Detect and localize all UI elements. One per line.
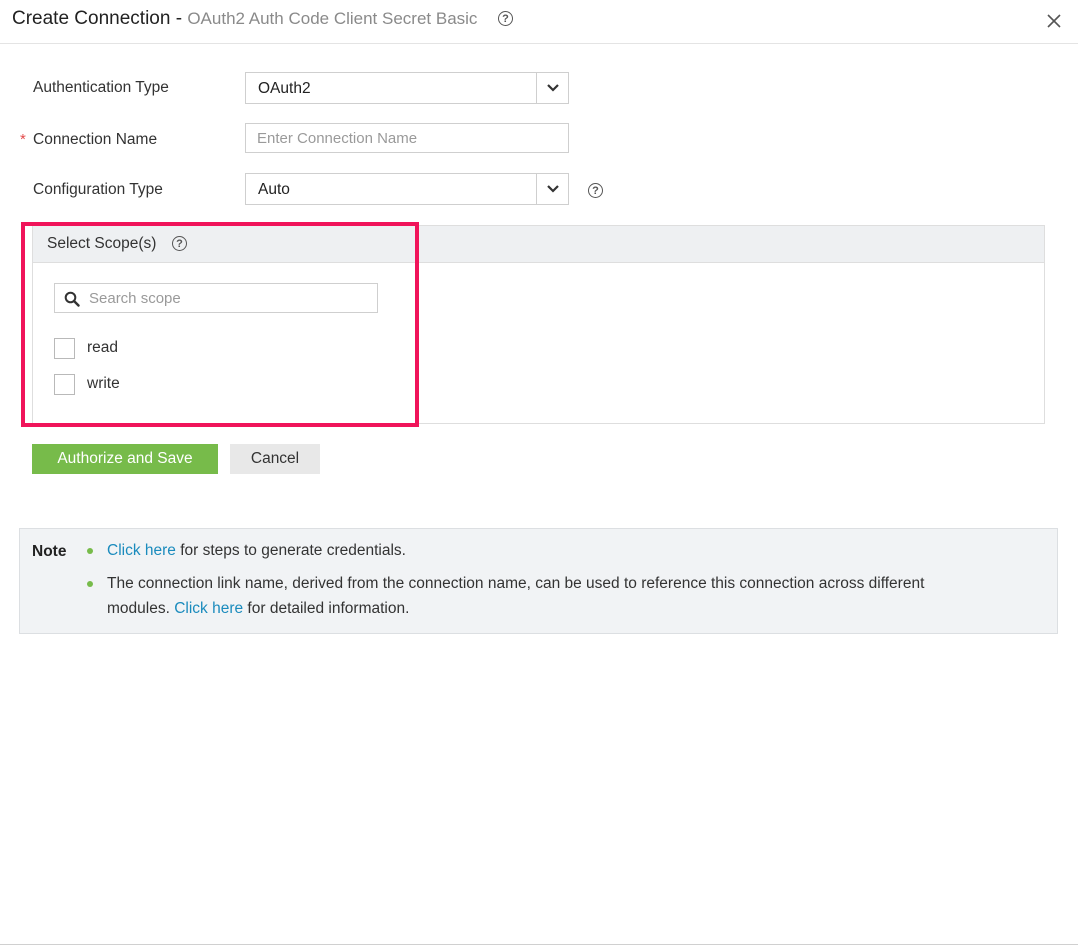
note-panel: Note Click here for steps to generate cr… — [19, 528, 1058, 634]
scope-search-input[interactable] — [89, 288, 369, 308]
scope-title: Select Scope(s) — [47, 235, 157, 252]
info-link[interactable]: Click here — [174, 600, 243, 617]
close-icon[interactable] — [1044, 11, 1064, 31]
note-line-2: The connection link name, derived from t… — [107, 571, 924, 596]
authorize-save-button[interactable]: Authorize and Save — [32, 444, 218, 474]
config-type-value: Auto — [258, 181, 290, 198]
scope-search[interactable] — [54, 283, 378, 313]
note-text: for detailed information. — [243, 600, 410, 617]
help-icon[interactable]: ? — [172, 236, 187, 251]
config-type-label: Configuration Type — [33, 181, 163, 198]
credentials-link[interactable]: Click here — [107, 542, 176, 559]
dialog-header: Create Connection - OAuth2 Auth Code Cli… — [0, 0, 1078, 44]
required-mark: * — [20, 131, 26, 148]
scope-header: Select Scope(s) ? — [33, 226, 1044, 263]
footer-divider — [0, 944, 1078, 945]
scope-item-label: read — [87, 339, 119, 356]
note-label: Note — [32, 543, 67, 560]
cancel-button[interactable]: Cancel — [230, 444, 320, 474]
help-icon[interactable]: ? — [498, 11, 513, 26]
checkbox[interactable] — [54, 374, 75, 395]
dialog-title: Create Connection - OAuth2 Auth Code Cli… — [12, 8, 477, 30]
chevron-down-icon[interactable] — [536, 73, 568, 103]
help-icon[interactable]: ? — [588, 183, 603, 198]
search-icon — [64, 291, 80, 307]
note-text: modules. — [107, 600, 175, 617]
auth-type-value: OAuth2 — [258, 80, 311, 97]
note-text: for steps to generate credentials. — [175, 542, 406, 559]
bullet-dot — [87, 548, 93, 554]
dialog-title-text: Create Connection - — [12, 8, 183, 29]
bullet-dot — [87, 581, 93, 587]
connection-name-label: Connection Name — [33, 131, 158, 148]
note-line-1: Click here for steps to generate credent… — [107, 538, 406, 563]
note-text: The connection link name, derived from t… — [107, 575, 925, 592]
auth-type-label: Authentication Type — [33, 79, 169, 96]
chevron-down-icon[interactable] — [536, 174, 568, 204]
connection-name-input[interactable] — [245, 123, 569, 153]
note-line-3: modules. Click here for detailed informa… — [107, 596, 409, 621]
scope-panel: Select Scope(s) ? read write — [32, 225, 1045, 424]
scope-item-label: write — [87, 375, 120, 392]
checkbox[interactable] — [54, 338, 75, 359]
auth-type-select[interactable]: OAuth2 — [245, 72, 569, 104]
config-type-select[interactable]: Auto — [245, 173, 569, 205]
dialog-subtitle: OAuth2 Auth Code Client Secret Basic — [187, 9, 478, 28]
